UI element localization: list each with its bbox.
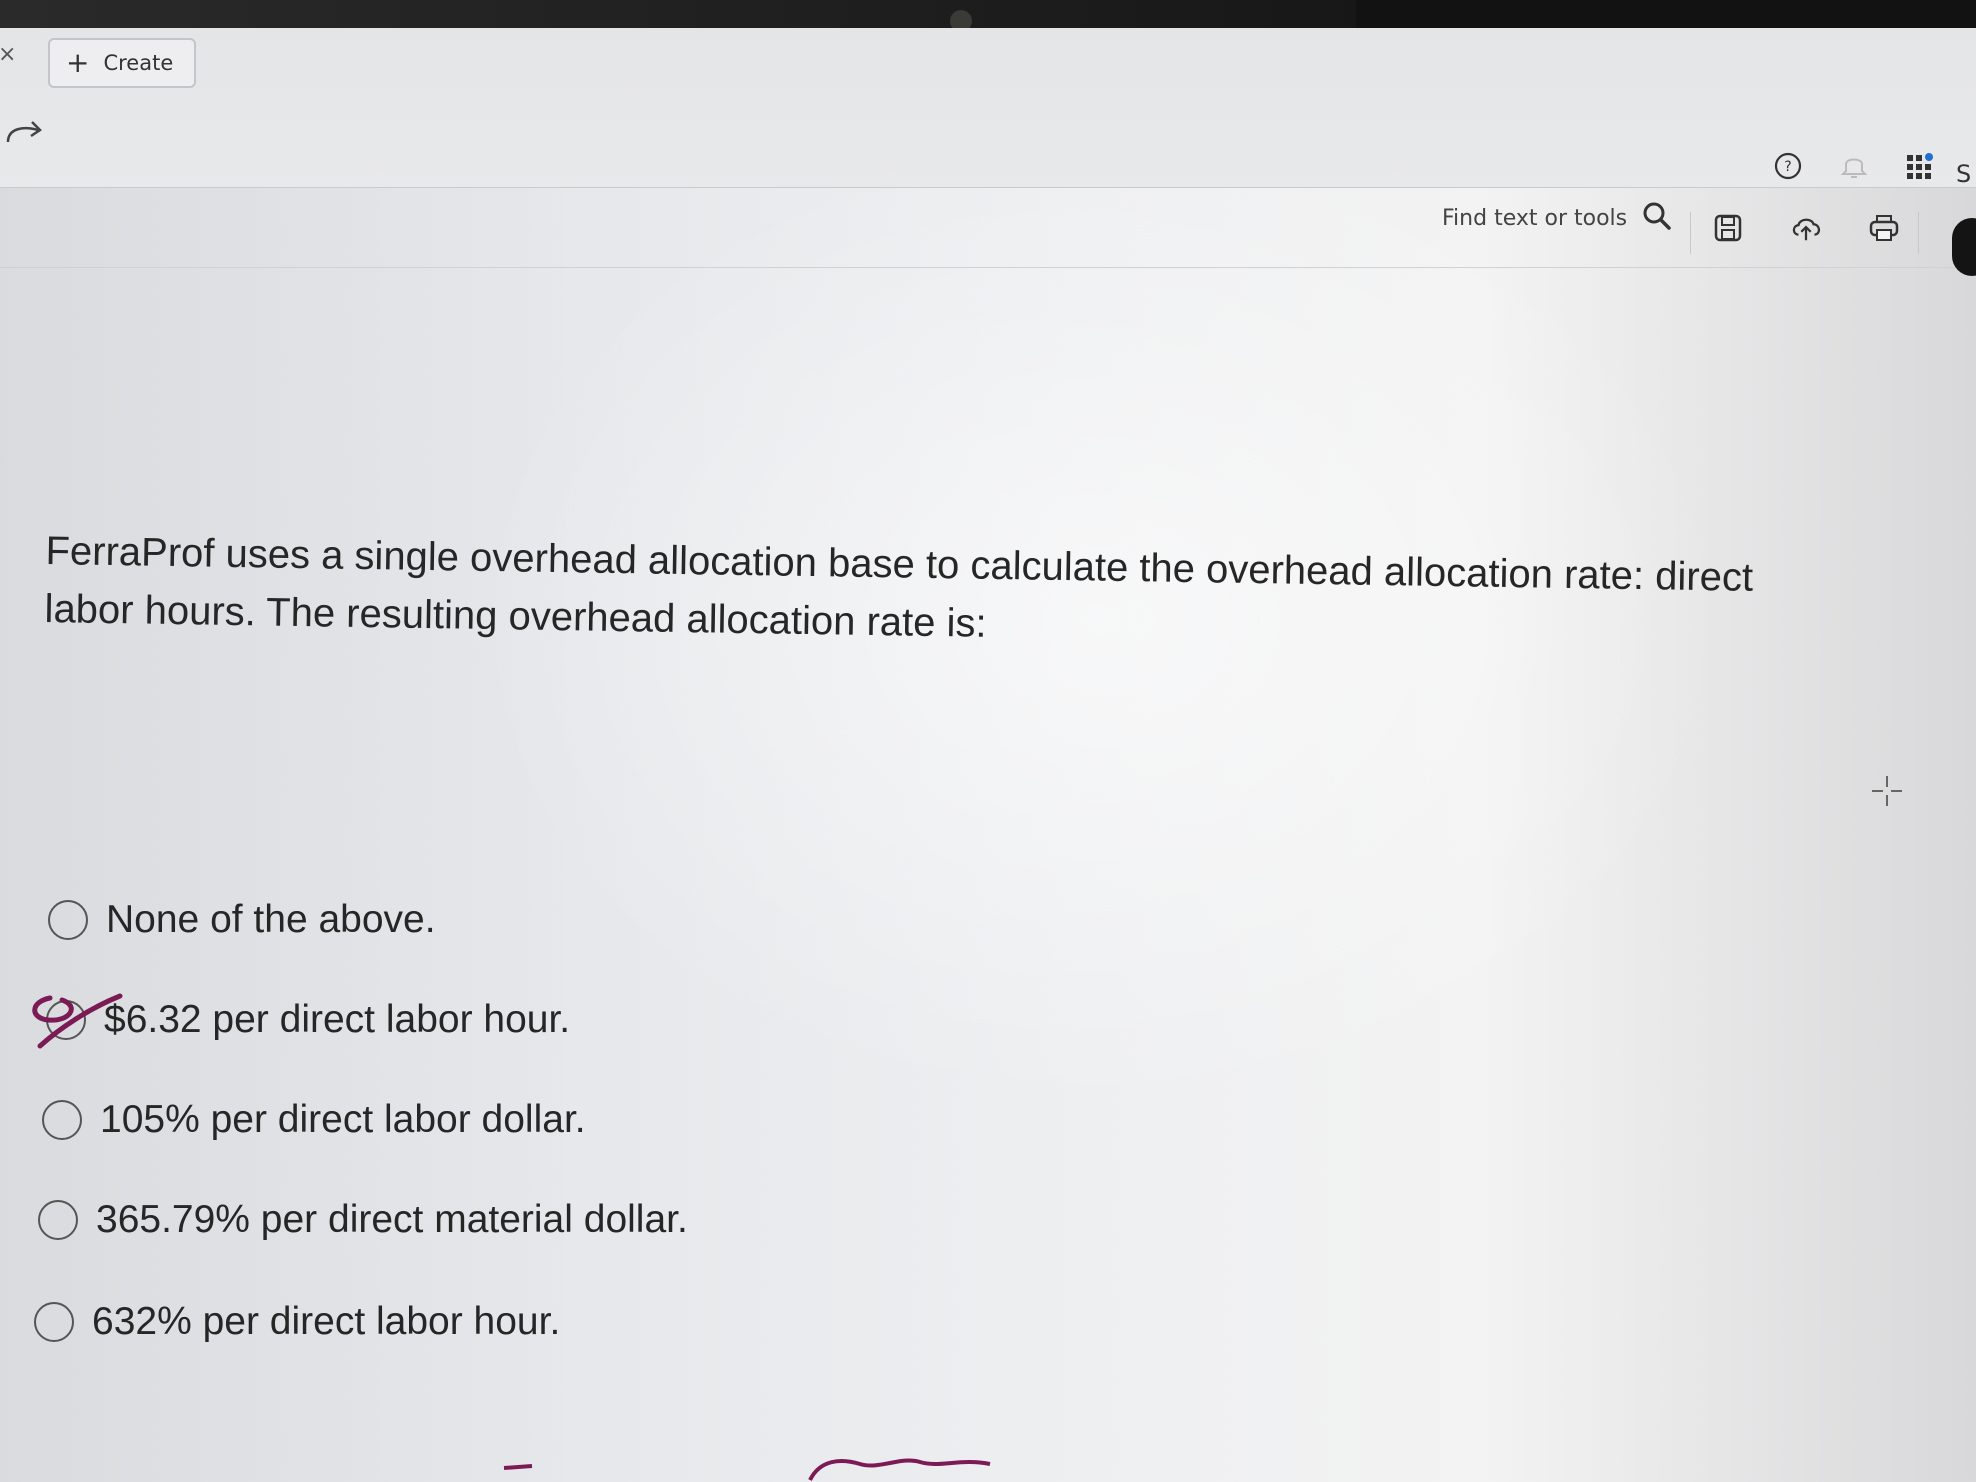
close-tab-icon[interactable]: × [0, 42, 16, 67]
pen-mark-bottom [500, 1450, 1020, 1482]
document-toolbar [0, 188, 1976, 268]
create-button-label: Create [103, 51, 174, 75]
option-label: None of the above. [106, 898, 436, 941]
sign-in-link-partial[interactable]: S [1956, 160, 1971, 188]
save-icon[interactable] [1712, 212, 1744, 244]
pen-mark [20, 988, 130, 1058]
bell-icon[interactable] [1838, 150, 1870, 182]
toolbar-icons [1712, 212, 1900, 244]
search-icon [1641, 200, 1673, 236]
apps-grid-icon[interactable] [1904, 150, 1936, 182]
radio-button[interactable] [38, 1200, 78, 1240]
upload-icon[interactable] [1790, 212, 1822, 244]
find-text-or-tools[interactable]: Find text or tools [1442, 200, 1673, 236]
create-button[interactable]: + Create [48, 38, 196, 88]
help-icon[interactable]: ? [1772, 150, 1804, 182]
print-icon[interactable] [1868, 212, 1900, 244]
toolbar-divider [1918, 212, 1919, 254]
answer-option[interactable]: None of the above. [48, 898, 436, 942]
radio-button[interactable] [48, 900, 88, 940]
radio-button[interactable] [34, 1302, 74, 1342]
plus-icon: + [66, 46, 90, 79]
side-panel-toggle[interactable] [1952, 218, 1976, 276]
find-label: Find text or tools [1442, 205, 1628, 231]
svg-text:?: ? [1784, 159, 1791, 175]
option-label: 632% per direct labor hour. [92, 1300, 561, 1343]
option-label: $6.32 per direct labor hour. [104, 998, 571, 1041]
redo-icon[interactable] [4, 118, 44, 156]
app-top-bar [0, 28, 1976, 188]
toolbar-divider [1690, 212, 1691, 254]
answer-option[interactable]: 105% per direct labor dollar. [42, 1098, 586, 1142]
question-text: FerraProf uses a single overhead allocat… [44, 528, 1754, 646]
radio-button[interactable] [42, 1100, 82, 1140]
top-right-icons: ? [1772, 146, 1936, 186]
answer-option[interactable]: 365.79% per direct material dollar. [38, 1198, 688, 1242]
crosshair-icon [1870, 774, 1904, 808]
option-label: 365.79% per direct material dollar. [96, 1198, 688, 1241]
option-label: 105% per direct labor dollar. [100, 1098, 586, 1141]
answer-option[interactable]: 632% per direct labor hour. [34, 1300, 560, 1344]
